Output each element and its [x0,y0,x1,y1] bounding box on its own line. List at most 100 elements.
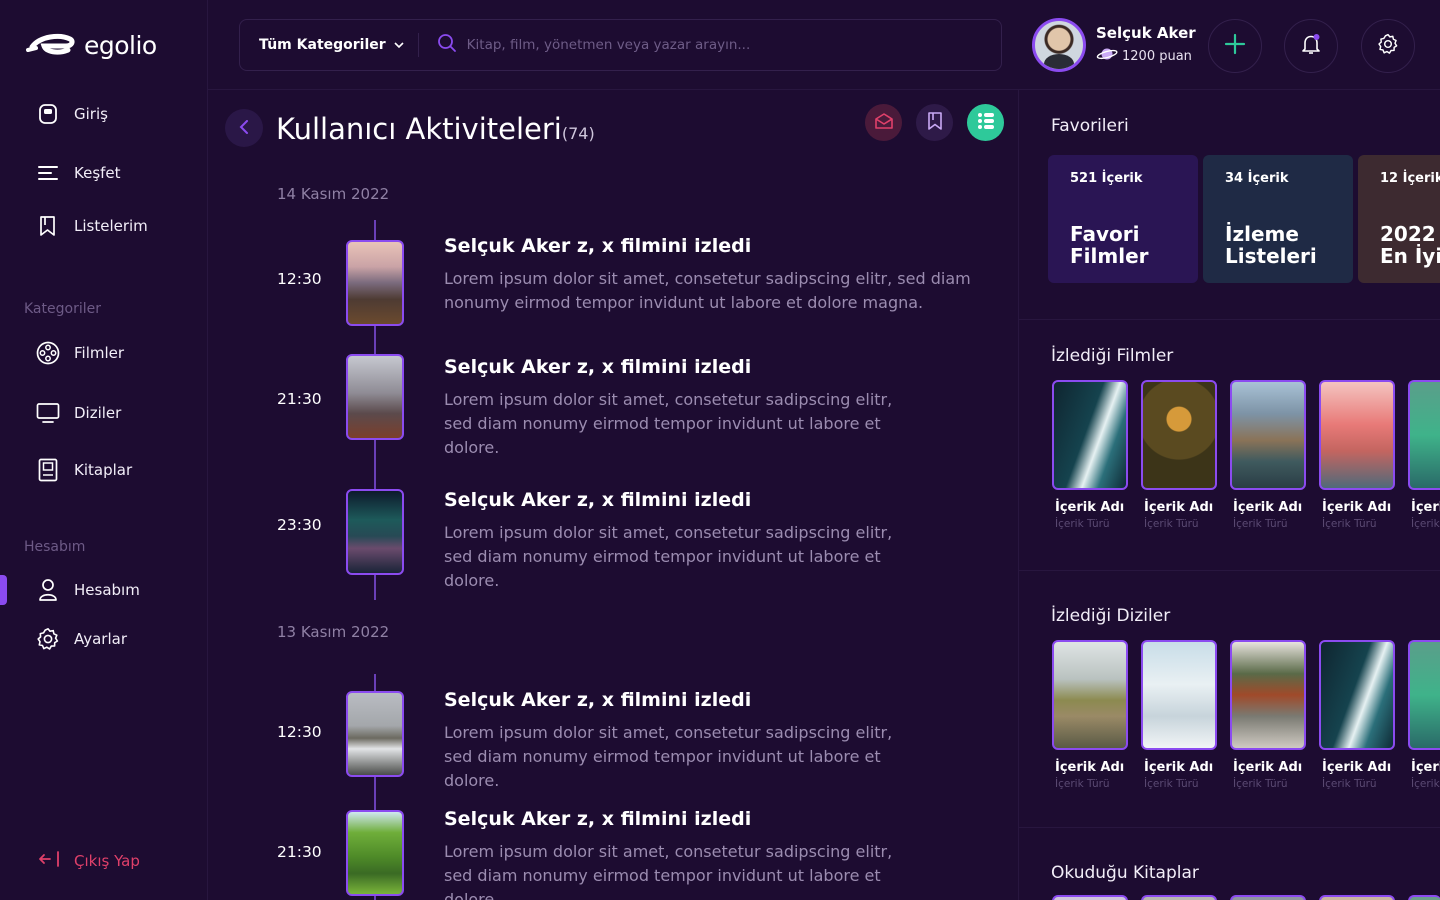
activity-title: Selçuk Aker z, x filmini izledi [444,489,752,511]
favorite-card-name-line: Listeleri [1225,244,1317,268]
series-poster[interactable] [1408,640,1440,750]
search-bar: Tüm Kategoriler Kitap, film, yönetmen ve… [239,19,1002,71]
watched-series-title: İzlediği Diziler [1051,606,1171,626]
mail-icon [874,112,894,134]
back-button[interactable] [225,109,263,147]
favorite-card-name: Favori Filmler [1070,223,1149,267]
add-button[interactable] [1208,19,1262,73]
settings-button[interactable] [1361,19,1415,73]
user-name: Selçuk Aker [1096,24,1196,42]
search-input[interactable]: Kitap, film, yönetmen veya yazar arayın.… [419,33,751,57]
logout-icon [38,850,60,872]
favorite-card-name-line: Filmler [1070,244,1149,268]
activity-item[interactable]: 12:30 Selçuk Aker z, x filmini izledi Lo… [208,689,1018,790]
section-divider [1019,319,1440,320]
discover-icon [36,161,60,185]
read-books-title: Okuduğu Kitaplar [1051,863,1199,883]
sidebar-item-series[interactable]: Diziler [36,401,121,425]
profile-side-panel: Favorileri 521 İçerik Favori Filmler 34 İ… [1018,90,1440,900]
bookmark-filter-button[interactable] [916,104,953,141]
notifications-button[interactable] [1284,19,1338,73]
favorite-card-name-line: Favori [1070,222,1140,246]
sidebar-item-home[interactable]: Giriş [36,102,108,126]
home-icon [36,102,60,126]
planet-icon [1096,46,1118,66]
account-section-title: Hesabım [24,539,86,555]
sidebar-item-movies[interactable]: Filmler [36,341,124,365]
activity-thumbnail [346,354,404,440]
list-icon [976,111,996,135]
activity-item[interactable]: 23:30 Selçuk Aker z, x filmini izledi Lo… [208,489,1018,590]
list-view-button[interactable] [967,104,1004,141]
activity-description: Lorem ipsum dolor sit amet, consetetur s… [444,723,893,790]
movie-poster[interactable] [1052,380,1128,490]
bell-icon [1299,32,1323,60]
chevron-down-icon [394,37,404,53]
category-select[interactable]: Tüm Kategoriler [240,33,419,57]
activity-time: 12:30 [277,270,322,288]
movie-poster[interactable] [1319,380,1395,490]
book-cover[interactable] [1141,895,1217,900]
favorite-card[interactable]: 34 İçerik İzleme Listeleri [1203,155,1353,283]
sidebar-item-label: Keşfet [74,164,121,182]
sidebar-item-discover[interactable]: Keşfet [36,161,121,185]
series-poster[interactable] [1319,640,1395,750]
favorite-card-name: 2022En İyile [1380,223,1440,267]
series-poster[interactable] [1052,640,1128,750]
favorite-card[interactable]: 521 İçerik Favori Filmler [1048,155,1198,283]
book-cover[interactable] [1319,895,1395,900]
activity-time: 23:30 [277,516,322,534]
logout-button[interactable]: Çıkış Yap [38,850,140,872]
content-type: İçerik Türü [1055,518,1110,530]
sidebar-item-label: Diziler [74,404,122,422]
activity-title: Selçuk Aker z, x filmini izledi [444,356,752,378]
sidebar-item-lists[interactable]: Listelerim [36,214,148,238]
activity-time: 21:30 [277,390,322,408]
gear-icon [36,627,60,651]
favorite-card-count: 521 İçerik [1070,171,1143,186]
section-divider [1019,570,1440,571]
user-icon [36,578,60,602]
activity-description: Lorem ipsum dolor sit amet, consetetur s… [444,269,971,312]
sidebar-item-books[interactable]: Kitaplar [36,458,132,482]
series-poster[interactable] [1141,640,1217,750]
search-placeholder: Kitap, film, yönetmen veya yazar arayın.… [466,37,751,53]
favorite-card[interactable]: 12 İçerik 2022En İyile [1358,155,1440,283]
activity-item[interactable]: 12:30 Selçuk Aker z, x filmini izledi Lo… [208,235,1018,330]
sidebar-item-label: Listelerim [74,217,148,235]
top-header: Tüm Kategoriler Kitap, film, yönetmen ve… [208,0,1440,90]
sidebar-item-label: Hesabım [74,581,140,599]
series-poster[interactable] [1230,640,1306,750]
activity-description: Lorem ipsum dolor sit amet, consetetur s… [444,390,893,457]
content-name: İçerik Adı [1144,760,1214,775]
page-title-text: Kullanıcı Aktiviteleri [276,112,562,146]
avatar [1032,18,1086,72]
sidebar-item-label: Filmler [74,344,125,362]
user-points-value: 1200 puan [1122,48,1192,64]
book-cover[interactable] [1408,895,1440,900]
bookmark-icon [927,111,943,135]
content-type: İçerik [1411,778,1440,790]
activity-item[interactable]: 21:30 Selçuk Aker z, x filmini izledi Lo… [208,808,1018,900]
content-name: İçeri [1411,760,1440,775]
logo-icon [26,33,75,55]
book-cover[interactable] [1230,895,1306,900]
content-type: İçerik Türü [1144,518,1199,530]
mail-filter-button[interactable] [865,104,902,141]
user-profile[interactable]: Selçuk Aker 1200 puan [1032,18,1196,72]
sidebar-item-settings[interactable]: Ayarlar [36,627,127,651]
book-cover[interactable] [1052,895,1128,900]
brand-name: egolio [84,30,157,60]
activity-thumbnail [346,489,404,575]
brand-logo[interactable]: egolio [26,30,157,60]
logout-label: Çıkış Yap [74,852,140,870]
tv-icon [36,401,60,425]
movie-poster[interactable] [1230,380,1306,490]
bookmark-icon [36,214,60,238]
sidebar-item-account[interactable]: Hesabım [36,578,140,602]
content-type: İçerik [1411,518,1440,530]
activity-item[interactable]: 21:30 Selçuk Aker z, x filmini izledi Lo… [208,354,1018,457]
movie-poster[interactable] [1141,380,1217,490]
movie-poster[interactable] [1408,380,1440,490]
activity-thumbnail [346,691,404,777]
